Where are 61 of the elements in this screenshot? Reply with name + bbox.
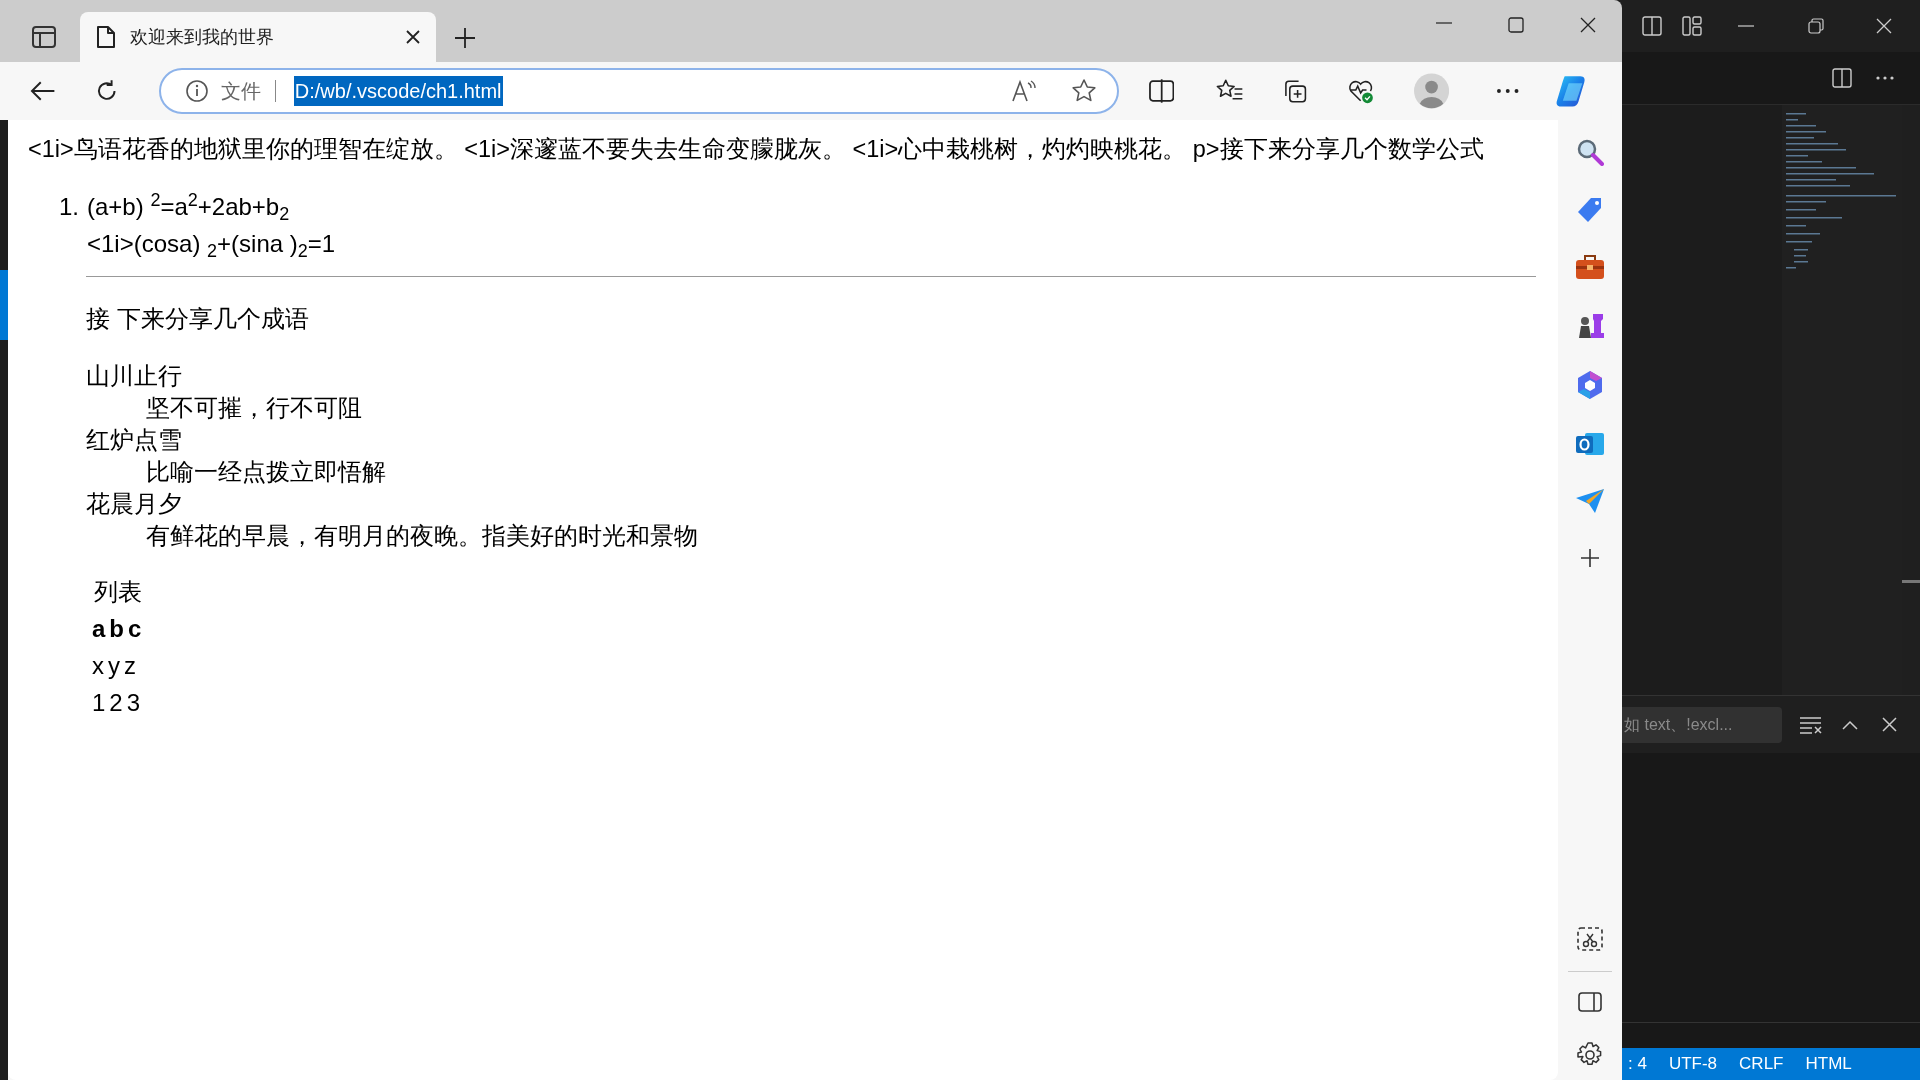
- formula: <1i>(cosa) $_{2}$+(sina )$_{2}$=1: [87, 229, 336, 262]
- header-cell-text: c: [127, 613, 143, 644]
- idiom-term: 红炉点雪: [86, 425, 182, 455]
- idiom-meaning: 有鲜花的早晨，有明月的夜晚。指美好的时光和景物: [146, 521, 698, 551]
- add-icon[interactable]: [1580, 548, 1600, 568]
- more-icon[interactable]: [1876, 76, 1894, 80]
- header-cell-text: a: [91, 613, 107, 644]
- back-icon[interactable]: [30, 80, 56, 102]
- info-icon[interactable]: [184, 79, 209, 103]
- profile-avatar-icon[interactable]: [1414, 73, 1450, 109]
- clear-filter-icon[interactable]: [1800, 715, 1822, 734]
- toolbox-icon[interactable]: [1575, 254, 1605, 280]
- table-cell-text: y: [107, 650, 121, 681]
- layout-panel-icon[interactable]: [1642, 16, 1662, 36]
- table-cell-text: z: [123, 650, 137, 681]
- list-number: 1.: [58, 192, 80, 222]
- table-cell-text: x: [91, 650, 105, 681]
- settings-icon[interactable]: [1577, 1042, 1603, 1068]
- customize-layout-icon[interactable]: [1682, 16, 1702, 36]
- status-item[interactable]: CRLF: [1739, 1051, 1784, 1077]
- browser-tab[interactable]: 欢迎来到我的世界: [80, 12, 436, 62]
- heading: 接 下来分享几个成语: [86, 304, 309, 334]
- maximize-icon[interactable]: [1508, 17, 1524, 33]
- chevron-up-icon[interactable]: [1842, 719, 1858, 730]
- scheme-label: 文件: [220, 79, 261, 104]
- more-icon[interactable]: [1497, 89, 1519, 93]
- read-aloud-icon[interactable]: [1010, 79, 1037, 103]
- status-item[interactable]: : 4: [1628, 1051, 1647, 1077]
- favorite-icon[interactable]: [1070, 78, 1097, 104]
- table-cell-text: 2: [108, 687, 124, 718]
- address-bar[interactable]: 文件 D:/wb/.vscode/ch1.html: [158, 68, 1119, 114]
- table-caption: 列表: [94, 577, 142, 607]
- close-icon[interactable]: [406, 30, 420, 44]
- search-icon[interactable]: [1576, 138, 1604, 166]
- idiom-term: 山川止行: [86, 361, 182, 391]
- paragraph: <1i>鸟语花香的地狱里你的理智在绽放。 <1i>深邃蓝不要失去生命变朦胧灰。 <1i>心中栽桃树，灼灼映桃花。 p>接下来分享几个数学公式: [28, 135, 1484, 164]
- table-cell-text: 3: [125, 687, 142, 718]
- table-cell-text: 1: [91, 687, 107, 718]
- new-tab-icon[interactable]: [454, 27, 476, 49]
- tab-title: 欢迎来到我的世界: [130, 25, 275, 49]
- sidebar-toggle-icon[interactable]: [1578, 992, 1602, 1012]
- status-item[interactable]: HTML: [1805, 1051, 1852, 1077]
- idiom-meaning: 坚不可摧，行不可阻: [146, 393, 362, 423]
- tag-icon[interactable]: [1576, 196, 1604, 224]
- split-editor-icon[interactable]: [1832, 68, 1852, 88]
- formula: (a+b) $^{2}$=a$^{2}$+2ab+b$_{2}$: [87, 189, 290, 225]
- page-icon: [96, 25, 116, 49]
- split-screen-icon[interactable]: [1148, 79, 1175, 103]
- search-field[interactable]: 如 text、!excl...: [1622, 706, 1782, 743]
- header-cell-text: b: [108, 613, 126, 644]
- screenshot-icon[interactable]: [1577, 927, 1603, 951]
- restore-icon[interactable]: [1808, 18, 1824, 34]
- send-icon[interactable]: [1575, 488, 1605, 514]
- idiom-term: 花晨月夕: [86, 489, 182, 519]
- url-text: D:/wb/.vscode/ch1.html: [293, 76, 503, 106]
- idiom-meaning: 比喻一经点拨立即悟解: [146, 457, 386, 487]
- status-item[interactable]: UTF-8: [1668, 1051, 1718, 1077]
- close-icon[interactable]: [1580, 17, 1596, 33]
- microsoft-365-icon[interactable]: [1576, 370, 1604, 400]
- activity-indicator: [0, 270, 8, 340]
- outlook-icon[interactable]: [1575, 430, 1605, 458]
